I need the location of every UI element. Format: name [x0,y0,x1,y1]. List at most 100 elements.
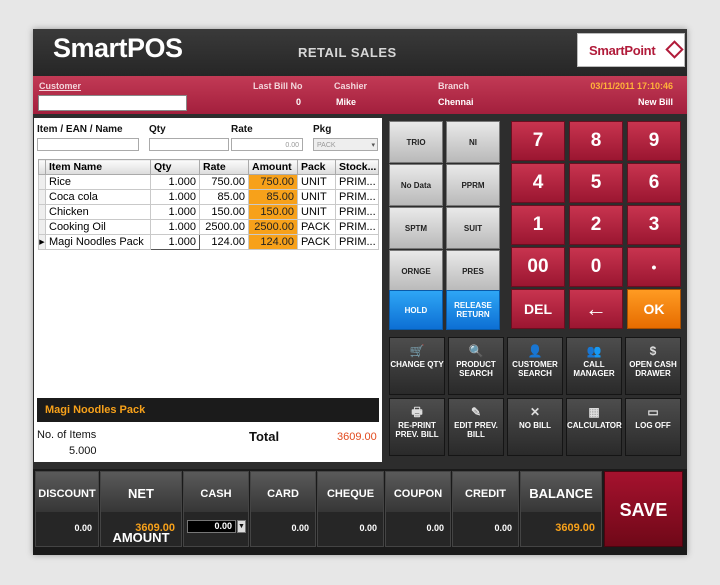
last-bill-label: Last Bill No [253,81,303,91]
open-cash-drawer-button[interactable]: $ OPEN CASH DRAWER [625,337,681,395]
key-7[interactable]: 7 [511,121,565,161]
selected-item-strip: Magi Noodles Pack [37,398,379,422]
hold-button[interactable]: HOLD [389,290,443,330]
cash-cell[interactable]: CASH 0.00 ▼ [183,471,249,547]
col-stock[interactable]: Stock... [335,159,379,175]
person-search-icon: 👤 [527,344,543,358]
calculator-icon: ▦ [588,405,600,419]
pkg-select[interactable]: PACK ▾ [313,138,378,151]
col-rate[interactable]: Rate [199,159,249,175]
col-item-name[interactable]: Item Name [45,159,151,175]
no-bill-button[interactable]: ✕ NO BILL [507,398,563,456]
pkg-value: PACK [317,142,336,149]
item-label: Item / EAN / Name [37,124,123,135]
item-input[interactable] [37,138,139,151]
call-manager-label: CALL MANAGER [573,360,615,378]
calculator-button[interactable]: ▦ CALCULATOR [566,398,622,456]
key-00[interactable]: 00 [511,247,565,287]
dollar-icon: $ [649,344,657,358]
cell-rate: 750.00 [199,174,249,190]
table-row[interactable]: Cooking Oil 1.000 2500.00 2500.00 PACK P… [38,219,379,235]
cell-qty: 1.000 [150,174,200,190]
cell-rate: 85.00 [199,189,249,205]
cell-qty: 1.000 [150,189,200,205]
category-button-trio[interactable]: TRIO [389,121,443,163]
key-3[interactable]: 3 [627,205,681,245]
card-cell[interactable]: CARD 0.00 [250,471,316,547]
qty-input[interactable] [149,138,229,151]
key-5[interactable]: 5 [569,163,623,203]
col-qty[interactable]: Qty [150,159,200,175]
chevron-down-icon[interactable]: ▼ [237,520,246,533]
category-button-sptm[interactable]: SPTM [389,207,443,249]
customer-input[interactable] [38,95,187,111]
table-row[interactable]: Coca cola 1.000 85.00 85.00 UNIT PRIM... [38,189,379,205]
key-6[interactable]: 6 [627,163,681,203]
customer-search-label: CUSTOMER SEARCH [512,360,558,378]
reprint-prev-bill-button[interactable]: 🖶 RE-PRINT PREV. BILL [389,398,445,456]
datetime: 03/11/2011 17:10:46 [590,81,673,91]
category-button-pres[interactable]: PRES [446,250,500,292]
category-button-no-data[interactable]: No Data [389,164,443,206]
cell-qty[interactable]: 1.000 [150,234,200,250]
items-table: Item Name Qty Rate Amount Pack Stock... … [38,159,379,250]
cell-pack: PACK [297,219,336,235]
release-return-button[interactable]: RELEASE RETURN [446,290,500,330]
key-0[interactable]: 0 [569,247,623,287]
cashier-label: Cashier [334,81,368,91]
cell-pack: UNIT [297,204,336,220]
discount-cell[interactable]: DISCOUNT 0.00 [35,471,99,547]
key-8[interactable]: 8 [569,121,623,161]
log-off-button[interactable]: ▭ LOG OFF [625,398,681,456]
cancel-print-icon: ✕ [529,405,541,419]
table-header: Item Name Qty Rate Amount Pack Stock... [38,159,379,175]
selected-item-name: Magi Noodles Pack [45,404,146,416]
call-manager-button[interactable]: 👥 CALL MANAGER [566,337,622,395]
discount-value: 0.00 [74,523,92,533]
save-button[interactable]: SAVE [604,471,683,547]
cell-pack: UNIT [297,174,336,190]
col-pack[interactable]: Pack [297,159,336,175]
edit-prev-bill-button[interactable]: ✎ EDIT PREV. BILL [448,398,504,456]
calculator-label: CALCULATOR [567,421,622,430]
table-row-selected[interactable]: ▶ Magi Noodles Pack 1.000 124.00 124.00 … [38,234,379,250]
key-2[interactable]: 2 [569,205,623,245]
product-search-button[interactable]: 🔍 PRODUCT SEARCH [448,337,504,395]
net-amount-value: 3609.00 [135,522,175,534]
info-bar: Customer Last Bill No 0 Cashier Mike Bra… [33,76,687,114]
rate-input[interactable]: 0.00 [231,138,303,151]
balance-label: BALANCE [521,472,601,512]
cheque-cell[interactable]: CHEQUE 0.00 [317,471,384,547]
category-button-ornge[interactable]: ORNGE [389,250,443,292]
key-decimal[interactable]: • [627,247,681,287]
branch-label: Branch [438,81,470,91]
items-count-label: No. of Items [37,429,97,441]
cell-qty: 1.000 [150,219,200,235]
table-row[interactable]: Chicken 1.000 150.00 150.00 UNIT PRIM... [38,204,379,220]
credit-cell[interactable]: CREDIT 0.00 [452,471,519,547]
cell-rate: 150.00 [199,204,249,220]
key-del[interactable]: DEL [511,289,565,329]
key-9[interactable]: 9 [627,121,681,161]
current-row-arrow-icon: ▶ [38,234,46,250]
table-row[interactable]: Rice 1.000 750.00 750.00 UNIT PRIM... [38,174,379,190]
change-qty-button[interactable]: 🛒 CHANGE QTY [389,337,445,395]
col-amount[interactable]: Amount [248,159,298,175]
numeric-keypad: 7 8 9 4 5 6 1 2 3 00 0 • DEL ← OK [507,118,685,331]
cell-amount: 2500.00 [248,219,298,235]
payment-bar: DISCOUNT 0.00 NET AMOUNT 3609.00 CASH 0.… [33,469,687,555]
backspace-arrow-icon[interactable]: ← [569,289,623,329]
customer-search-button[interactable]: 👤 CUSTOMER SEARCH [507,337,563,395]
category-button-suit[interactable]: SUIT [446,207,500,249]
key-1[interactable]: 1 [511,205,565,245]
cell-stock: PRIM... [335,234,379,250]
key-4[interactable]: 4 [511,163,565,203]
cell-stock: PRIM... [335,219,379,235]
cash-input[interactable]: 0.00 [187,520,236,533]
category-button-pprm[interactable]: PPRM [446,164,500,206]
change-qty-label: CHANGE QTY [390,360,444,369]
coupon-cell[interactable]: COUPON 0.00 [385,471,451,547]
category-button-ni[interactable]: NI [446,121,500,163]
monitor-icon: ▭ [647,405,659,419]
key-ok[interactable]: OK [627,289,681,329]
